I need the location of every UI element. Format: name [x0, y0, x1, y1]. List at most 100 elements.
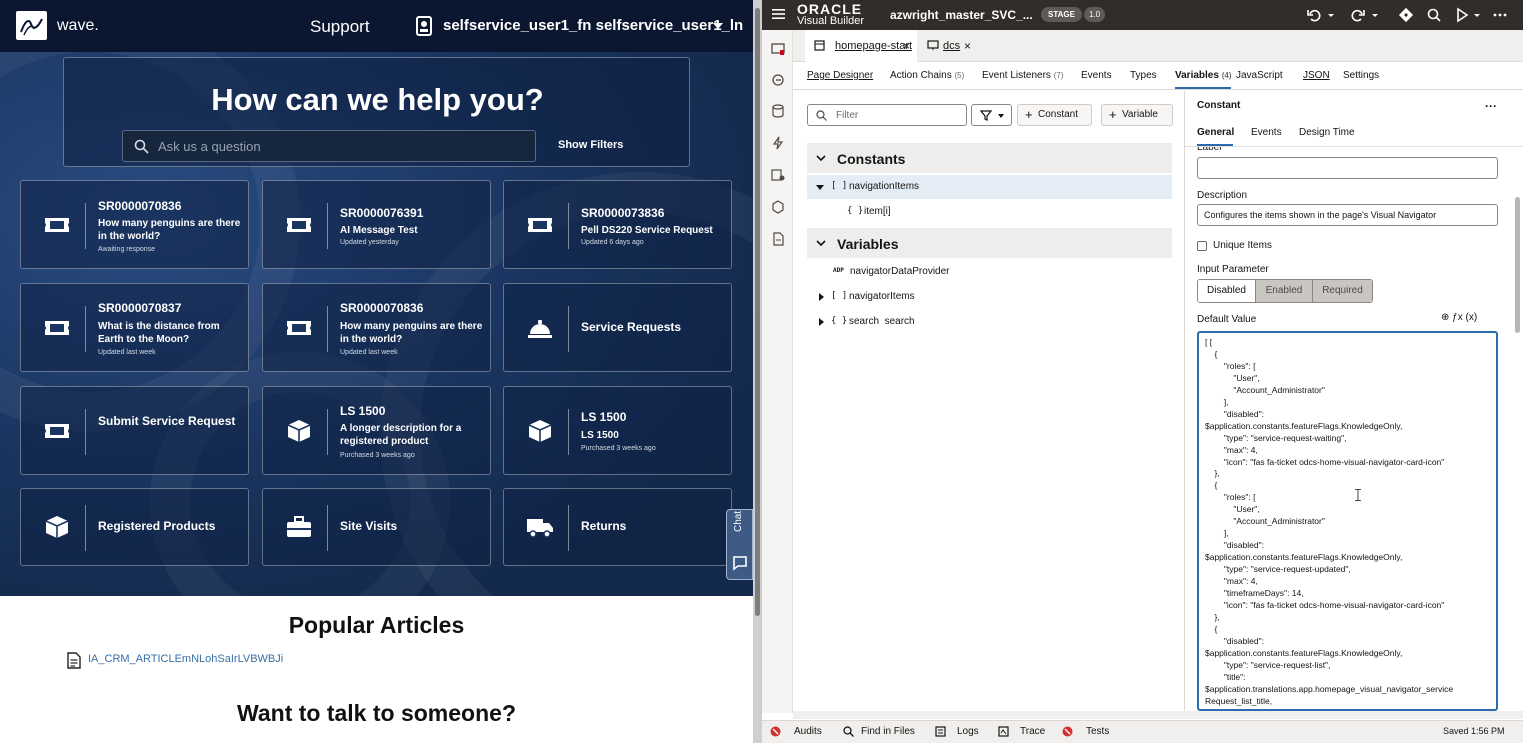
caret-down-icon[interactable] [816, 183, 824, 191]
project-name[interactable]: azwright_master_SVC_... [890, 8, 1033, 22]
undo-icon[interactable] [1306, 7, 1322, 23]
hamburger-menu-icon[interactable] [772, 8, 785, 20]
tab-events[interactable]: Events [1081, 70, 1112, 81]
card-service-request[interactable]: SR0000070836 How many penguins are there… [262, 283, 491, 372]
tab-events[interactable]: Events [1251, 127, 1282, 138]
wave-logo[interactable] [16, 11, 47, 40]
audits-button[interactable]: Audits [794, 726, 822, 737]
constants-section-header[interactable]: Constants [807, 143, 1172, 173]
description-input[interactable]: Configures the items shown in the page's… [1197, 204, 1498, 226]
tab-event-listeners[interactable]: Event Listeners (7) [982, 70, 1064, 81]
add-variable-button[interactable]: + Variable [1101, 104, 1173, 126]
card-service-request[interactable]: SR0000076391 AI Message Test Updated yes… [262, 180, 491, 269]
card-status: Updated yesterday [340, 239, 399, 246]
unique-items-checkbox[interactable] [1197, 241, 1207, 251]
tree-item-navigatorItems[interactable]: [ ] navigatorItems [807, 285, 1172, 309]
card-registered-product[interactable]: LS 1500 A longer description for a regis… [262, 386, 491, 475]
show-filters-link[interactable]: Show Filters [558, 139, 623, 151]
caret-right-icon[interactable] [817, 293, 825, 301]
page-icon [814, 40, 825, 51]
tree-item-search[interactable]: { } search search [807, 310, 1172, 334]
card-id: SR0000070837 [98, 301, 182, 315]
tab-action-chains[interactable]: Action Chains (5) [890, 70, 964, 81]
run-menu-chevron-icon[interactable] [1472, 7, 1482, 23]
tree-item-item[interactable]: { } item[i] [807, 200, 1172, 224]
option-enabled[interactable]: Enabled [1255, 280, 1312, 302]
logs-button[interactable]: Logs [957, 726, 979, 737]
components-icon[interactable] [771, 136, 785, 150]
card-service-request[interactable]: SR0000070837 What is the distance from E… [20, 283, 249, 372]
preview-scrollbar[interactable] [753, 0, 762, 743]
search-icon[interactable] [1426, 7, 1442, 23]
run-icon[interactable] [1454, 7, 1470, 23]
filter-options-button[interactable] [971, 104, 1012, 126]
tab-javascript[interactable]: JavaScript [1236, 70, 1283, 81]
nav-support[interactable]: Support [310, 17, 370, 37]
card-title: AI Message Test [340, 225, 418, 236]
card-label: Submit Service Request [98, 414, 236, 428]
card-id: SR0000073836 [581, 206, 665, 220]
more-options-icon[interactable]: ··· [1485, 99, 1497, 113]
horizontal-scrollbar[interactable] [793, 711, 1523, 719]
trace-button[interactable]: Trace [1020, 726, 1045, 737]
caret-right-icon[interactable] [817, 318, 825, 326]
funnel-icon [980, 110, 992, 121]
resources-icon[interactable] [771, 232, 785, 246]
card-status: Updated last week [340, 349, 398, 356]
source-icon[interactable] [771, 200, 785, 214]
card-service-requests[interactable]: Service Requests [503, 283, 732, 372]
default-value-mode-icons[interactable]: ⊕ ƒx (x) [1441, 312, 1477, 323]
tests-button[interactable]: Tests [1086, 726, 1109, 737]
redo-icon[interactable] [1350, 7, 1366, 23]
scrollbar-thumb[interactable] [755, 8, 760, 616]
tree-item-navigatorDataProvider[interactable]: ADP navigatorDataProvider [807, 260, 1172, 284]
ticket-icon [287, 218, 311, 232]
input-parameter-label: Input Parameter [1197, 264, 1269, 275]
card-submit-service-request[interactable]: Submit Service Request [20, 386, 249, 475]
git-icon[interactable] [1398, 7, 1414, 23]
business-objects-icon[interactable] [771, 104, 785, 118]
tree-item-navigationItems[interactable]: [ ] navigationItems [807, 175, 1172, 199]
tab-dcs[interactable]: dcs × [923, 30, 983, 62]
close-tab-icon[interactable]: × [964, 30, 971, 62]
card-title: A longer description for a registered pr… [340, 423, 462, 447]
more-options-icon[interactable] [1492, 7, 1508, 23]
card-registered-product[interactable]: LS 1500 LS 1500 Purchased 3 weeks ago [503, 386, 732, 475]
web-apps-icon[interactable] [771, 42, 785, 56]
card-service-request[interactable]: SR0000073836 Pell DS220 Service Request … [503, 180, 732, 269]
card-returns[interactable]: Returns [503, 488, 732, 566]
undo-menu-chevron-icon[interactable] [1326, 7, 1336, 23]
card-registered-products[interactable]: Registered Products [20, 488, 249, 566]
popular-articles-title: Popular Articles [288, 612, 465, 638]
tab-page-designer[interactable]: Page Designer [807, 70, 873, 81]
user-menu[interactable]: selfservice_user1_fn selfservice_user1_l… [443, 17, 743, 34]
article-link[interactable]: IA_CRM_ARTICLEmNLohSaIrLVBWBJi [88, 653, 283, 665]
error-icon [770, 726, 781, 737]
properties-scrollbar[interactable] [1515, 197, 1520, 333]
caret-down-icon[interactable] [712, 20, 724, 32]
variable-name: item[i] [864, 206, 891, 217]
filter-input[interactable]: Filter [807, 104, 967, 126]
tab-json[interactable]: JSON [1303, 70, 1330, 81]
tab-design-time[interactable]: Design Time [1299, 127, 1355, 138]
redo-menu-chevron-icon[interactable] [1370, 7, 1380, 23]
label-input[interactable] [1197, 157, 1498, 179]
tab-general[interactable]: General [1197, 127, 1234, 138]
card-site-visits[interactable]: Site Visits [262, 488, 491, 566]
option-required[interactable]: Required [1312, 280, 1372, 302]
default-value-editor[interactable]: [ [ { "roles": [ "User", "Account_Admini… [1197, 331, 1498, 711]
chat-button[interactable]: Chat [726, 509, 753, 580]
variables-section-header[interactable]: Variables [807, 228, 1172, 258]
tab-variables[interactable]: Variables (4) [1175, 70, 1231, 81]
add-constant-button[interactable]: + Constant [1017, 104, 1092, 126]
processes-icon[interactable] [771, 168, 785, 182]
question-search-input[interactable]: Ask us a question [122, 130, 536, 162]
tab-homepage-start[interactable]: homepage-start × [805, 30, 917, 62]
tab-settings[interactable]: Settings [1343, 70, 1379, 81]
services-icon[interactable] [771, 73, 785, 87]
card-service-request[interactable]: SR0000070836 How many penguins are there… [20, 180, 249, 269]
tab-types[interactable]: Types [1130, 70, 1157, 81]
close-tab-icon[interactable]: × [903, 30, 910, 62]
find-in-files-button[interactable]: Find in Files [861, 726, 915, 737]
option-disabled[interactable]: Disabled [1198, 280, 1255, 302]
